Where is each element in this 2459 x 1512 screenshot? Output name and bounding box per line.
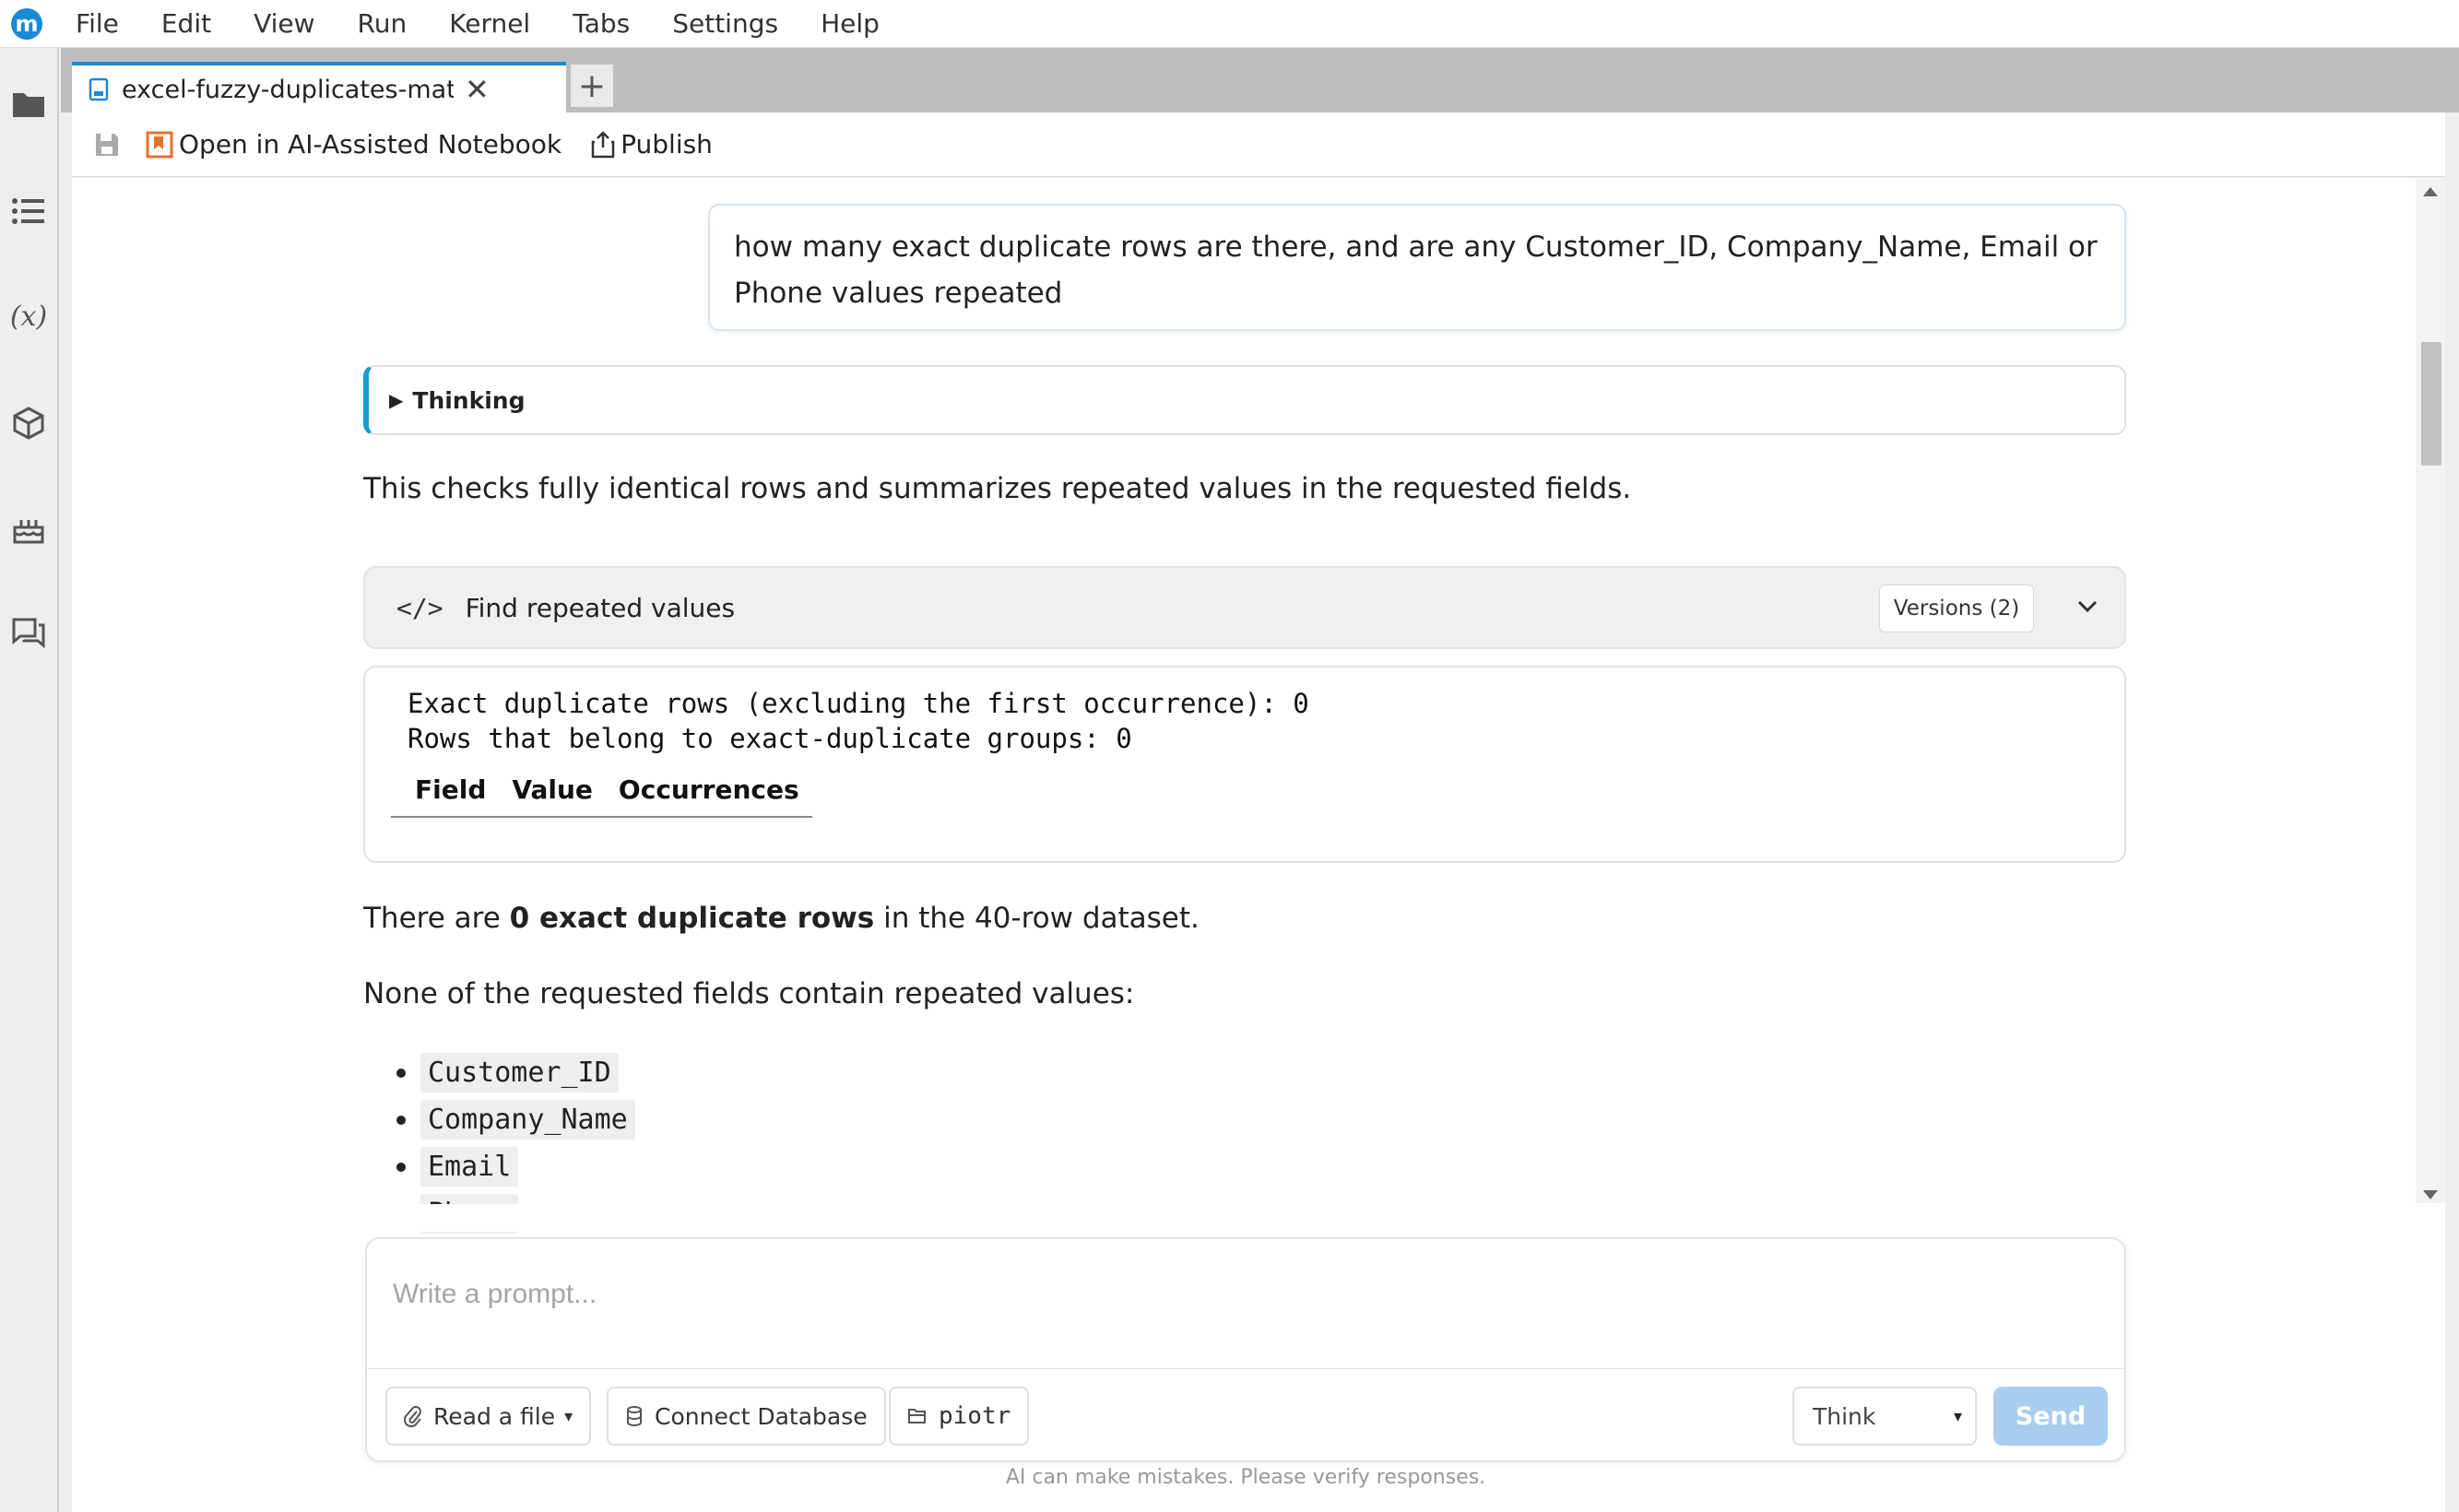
field-customer-id: Customer_ID [420,1053,619,1093]
table-header-occurrences: Occurrences [605,767,812,818]
output-table: Field Value Occurrences [391,767,812,818]
caret-down-icon: ▾ [1953,1406,1962,1426]
code-cell-header[interactable]: </> Find repeated values Versions (2) [363,566,2126,649]
notebook-file-icon [89,77,109,101]
table-header-value: Value [499,767,606,818]
answer-fields-intro: None of the requested fields contain rep… [363,977,1135,1010]
caret-down-icon: ▾ [564,1406,573,1426]
send-button[interactable]: Send [1993,1387,2108,1446]
code-output: Exact duplicate rows (excluding the firs… [363,666,2126,863]
menu-help[interactable]: Help [821,8,880,39]
mode-select[interactable]: Think ▾ [1792,1387,1977,1446]
tab-strip: excel-fuzzy-duplicates-matcl ✕ + [61,48,2459,113]
variables-icon[interactable]: (x) [9,297,48,336]
open-ai-notebook-button[interactable]: Open in AI-Assisted Notebook [146,129,562,159]
paperclip-icon [404,1404,422,1428]
prompt-input[interactable] [391,1267,2097,1322]
scroll-thumb[interactable] [2421,342,2441,466]
scroll-down-arrow-icon[interactable] [2423,1190,2438,1199]
close-icon[interactable]: ✕ [465,72,490,107]
answer-bold: 0 exact duplicate rows [509,902,875,935]
notebook-tab[interactable]: excel-fuzzy-duplicates-matcl ✕ [72,62,566,113]
output-line-2: Rows that belong to exact-duplicate grou… [408,723,1132,754]
code-icon: </> [396,592,443,623]
ai-notebook-icon [146,131,173,159]
publish-button[interactable]: Publish [591,129,713,159]
publish-label: Publish [621,129,713,159]
answer-summary: There are 0 exact duplicate rows in the … [363,902,1200,935]
prompt-box: Read a file ▾ Connect Database piotr Thi… [365,1237,2126,1462]
thinking-toggle[interactable]: ▶ Thinking [363,365,2126,435]
scroll-up-arrow-icon[interactable] [2423,187,2438,196]
user-message-bubble: how many exact duplicate rows are there,… [708,204,2126,331]
menu-run[interactable]: Run [358,8,408,39]
answer-prefix: There are [363,902,510,935]
list-item: Company_Name [396,1096,635,1143]
assistant-intro-text: This checks fully identical rows and sum… [363,472,1632,505]
scrollbar[interactable] [2416,178,2445,1203]
output-text: Exact duplicate rows (excluding the firs… [408,686,1309,756]
prompt-divider [367,1368,2124,1369]
cake-icon[interactable] [9,509,48,548]
code-cell-title: Find repeated values [465,592,736,623]
thinking-label: Thinking [412,386,526,414]
menu-tabs[interactable]: Tabs [573,8,630,39]
read-file-button[interactable]: Read a file ▾ [385,1387,592,1446]
notebook-toolbar: Open in AI-Assisted Notebook Publish [72,112,2445,177]
connect-database-label: Connect Database [655,1402,868,1430]
disclaimer-text: AI can make mistakes. Please verify resp… [1005,1466,1486,1489]
versions-button[interactable]: Versions (2) [1879,585,2034,632]
database-icon [625,1405,644,1427]
chevron-down-icon[interactable] [2073,592,2102,621]
field-email: Email [420,1147,519,1187]
chat-icon[interactable] [9,614,48,653]
folder-button[interactable]: piotr [889,1387,1030,1446]
menu-kernel[interactable]: Kernel [449,8,530,39]
folder-open-icon [907,1407,928,1425]
menu-file[interactable]: File [76,8,119,39]
menu-view[interactable]: View [254,8,314,39]
folder-label: piotr [939,1402,1011,1430]
save-icon[interactable] [89,126,125,163]
table-index-header [391,767,402,818]
table-of-contents-icon[interactable] [9,192,48,230]
menu-edit[interactable]: Edit [161,8,211,39]
share-icon [591,130,615,159]
menu-settings[interactable]: Settings [672,8,778,39]
expand-triangle-icon: ▶ [389,389,404,411]
mode-selected-value: Think [1813,1402,1876,1430]
list-item: Email [396,1143,635,1190]
open-ai-notebook-label: Open in AI-Assisted Notebook [179,129,562,159]
read-file-label: Read a file [433,1402,556,1430]
table-header-field: Field [402,767,500,818]
app-logo-icon: m [11,7,42,40]
tab-title: excel-fuzzy-duplicates-matcl [122,75,454,104]
answer-suffix: in the 40-row dataset. [874,902,1200,935]
add-tab-button[interactable]: + [571,65,613,107]
extension-cube-icon[interactable] [9,404,48,443]
field-company-name: Company_Name [420,1100,635,1140]
left-sidebar: (x) [0,48,59,1512]
content-clip [72,1204,2416,1232]
connect-database-button[interactable]: Connect Database [607,1387,886,1446]
list-item: Customer_ID [396,1049,635,1096]
output-line-1: Exact duplicate rows (excluding the firs… [408,688,1309,719]
menu-bar: m File Edit View Run Kernel Tabs Setting… [0,0,2459,48]
folder-icon[interactable] [9,85,48,124]
